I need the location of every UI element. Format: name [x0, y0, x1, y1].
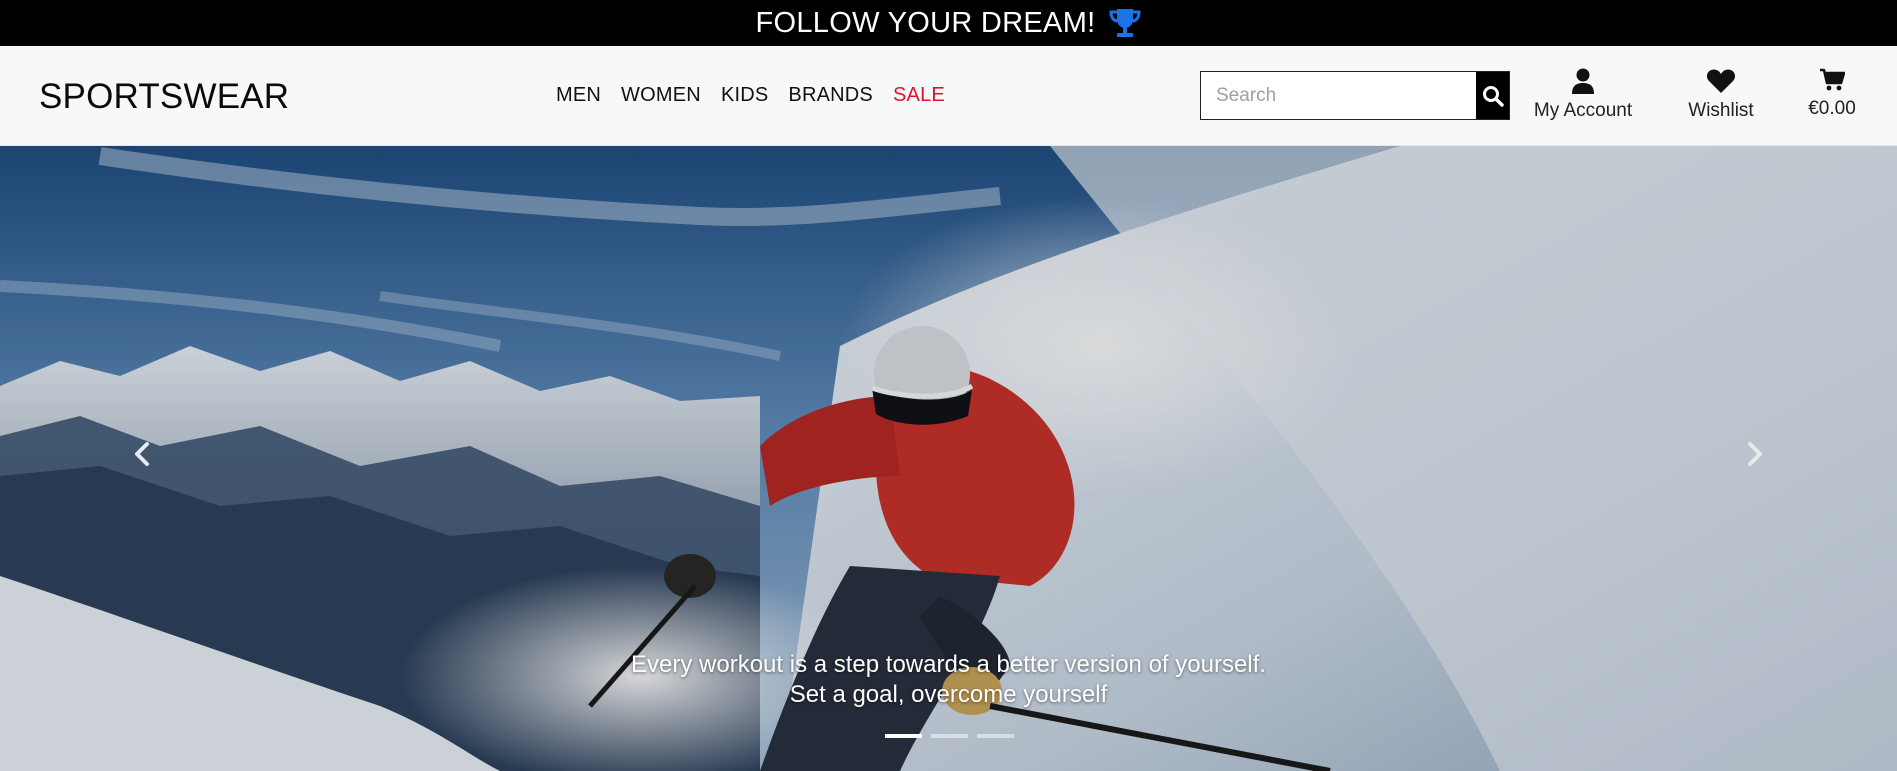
search-button[interactable] — [1476, 72, 1509, 119]
nav-item-men[interactable]: MEN — [556, 84, 601, 107]
my-account-label: My Account — [1533, 100, 1633, 121]
heart-icon — [1706, 69, 1736, 93]
carousel-indicator-3[interactable] — [977, 734, 1014, 738]
wishlist-link[interactable]: Wishlist — [1684, 68, 1758, 122]
nav-item-sale[interactable]: SALE — [893, 84, 945, 107]
hero-caption-line-2: Set a goal, overcome yourself — [789, 681, 1108, 708]
cart-icon — [1820, 68, 1845, 91]
search-bar — [1200, 71, 1510, 120]
carousel-prev-button[interactable] — [122, 434, 162, 474]
user-icon — [1572, 68, 1594, 94]
chevron-right-icon — [1748, 442, 1762, 466]
bag-total: €0.00 — [1808, 98, 1856, 119]
promo-banner-text: FOLLOW YOUR DREAM! — [755, 6, 1096, 39]
carousel-indicator-2[interactable] — [931, 734, 968, 738]
nav-item-kids[interactable]: KIDS — [721, 84, 768, 107]
promo-banner: FOLLOW YOUR DREAM! — [0, 0, 1897, 46]
carousel-indicators — [885, 734, 1014, 738]
chevron-left-icon — [135, 442, 149, 466]
trophy-icon — [1108, 7, 1142, 39]
nav-item-brands[interactable]: BRANDS — [788, 84, 873, 107]
shopping-bag-link[interactable]: €0.00 — [1802, 68, 1862, 120]
site-logo[interactable]: SPORTSWEAR — [39, 77, 289, 117]
nav-item-women[interactable]: WOMEN — [621, 84, 701, 107]
search-icon — [1482, 85, 1504, 107]
main-nav: MEN WOMEN KIDS BRANDS SALE — [556, 84, 945, 107]
carousel-indicator-1[interactable] — [885, 734, 922, 738]
hero-carousel: Every workout is a step towards a better… — [0, 146, 1897, 771]
hero-caption-line-1: Every workout is a step towards a better… — [631, 651, 1266, 678]
hero-caption: Every workout is a step towards a better… — [0, 650, 1897, 710]
site-header: SPORTSWEAR MEN WOMEN KIDS BRANDS SALE My… — [0, 46, 1897, 146]
wishlist-label: Wishlist — [1688, 100, 1754, 121]
carousel-next-button[interactable] — [1735, 434, 1775, 474]
search-input[interactable] — [1201, 72, 1476, 119]
my-account-link[interactable]: My Account — [1530, 68, 1636, 122]
